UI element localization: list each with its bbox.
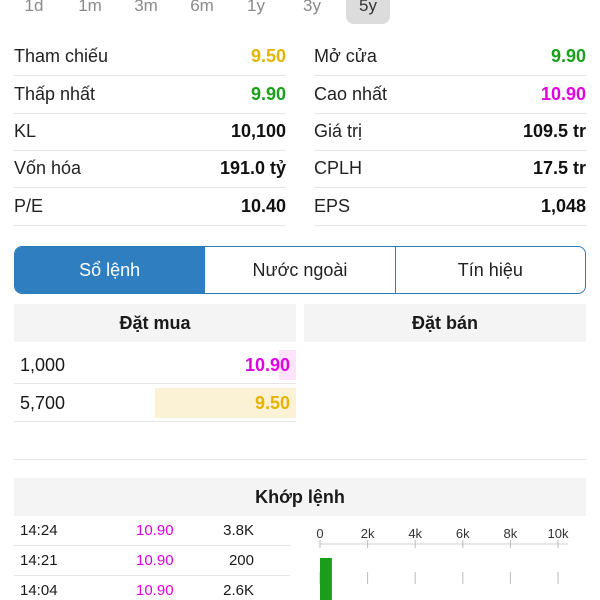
- tab-nuoc-ngoai[interactable]: Nước ngoài: [204, 247, 394, 293]
- stat-value: 9.90: [550, 46, 586, 66]
- volume-by-price-chart: 0 2k 4k 6k 8k 10k: [316, 526, 569, 600]
- stat-cplh: CPLH 17.5 tr: [314, 150, 586, 188]
- stat-cao-nhat: Cao nhất 10.90: [314, 76, 586, 114]
- chart-tick-label: 6k: [456, 526, 470, 541]
- stat-label: Cao nhất: [314, 84, 388, 104]
- matched-price: 10.90: [136, 552, 174, 569]
- stat-value: 1,048: [540, 196, 586, 216]
- stat-label: Mở cửa: [314, 46, 377, 66]
- matched-time: 14:24: [20, 522, 58, 539]
- chart-tick-label: 10k: [548, 526, 569, 541]
- buy-volume: 5,700: [20, 393, 66, 413]
- range-3m[interactable]: 3m: [128, 0, 164, 24]
- matched-row: 14:21 10.90 200: [14, 546, 290, 576]
- stat-gia-tri: Giá trị 109.5 tr: [314, 113, 586, 151]
- stat-value: 10.40: [240, 196, 286, 216]
- matched-header: Khớp lệnh: [14, 478, 586, 516]
- matched-price: 10.90: [136, 582, 174, 599]
- stat-von-hoa: Vốn hóa 191.0 tỷ: [14, 150, 286, 188]
- stat-value: 17.5 tr: [532, 158, 586, 178]
- matched-time: 14:21: [20, 552, 58, 569]
- stat-label: Tham chiếu: [14, 46, 109, 66]
- stat-label: P/E: [14, 196, 44, 216]
- stat-value: 10.90: [540, 84, 586, 104]
- matched-price: 10.90: [136, 522, 174, 539]
- tab-bar: Sổ lệnh Nước ngoài Tín hiệu: [14, 246, 586, 294]
- matched-volume: 2.6K: [223, 582, 254, 599]
- range-1y[interactable]: 1y: [240, 0, 272, 24]
- sell-header: Đặt bán: [304, 304, 586, 342]
- tab-tin-hieu[interactable]: Tín hiệu: [394, 247, 585, 293]
- matched-volume: 200: [228, 552, 254, 569]
- buy-row: 1,000 10.90: [14, 346, 296, 384]
- stat-value: 9.90: [250, 84, 286, 104]
- stat-label: KL: [14, 121, 37, 141]
- matched-row: 14:24 10.90 3.8K: [14, 516, 290, 546]
- divider: [14, 459, 586, 460]
- chart-tick-label: 0: [316, 526, 323, 541]
- stat-value: 109.5 tr: [522, 121, 586, 141]
- stat-value: 9.50: [250, 46, 286, 66]
- stat-label: Thấp nhất: [14, 84, 96, 104]
- tab-so-lenh[interactable]: Sổ lệnh: [15, 247, 205, 293]
- stat-eps: EPS 1,048: [314, 188, 586, 226]
- stat-label: CPLH: [314, 158, 363, 178]
- stat-label: EPS: [314, 196, 351, 216]
- chart-bar: [320, 558, 332, 600]
- buy-volume: 1,000: [20, 355, 66, 375]
- stat-tham-chieu: Tham chiếu 9.50: [14, 38, 286, 76]
- stat-pe: P/E 10.40: [14, 188, 286, 226]
- buy-header: Đặt mua: [14, 304, 296, 342]
- range-selector: 1d 1m 3m 6m 1y 3y 5y: [0, 0, 600, 26]
- chart-tick-label: 8k: [504, 526, 518, 541]
- matched-row: 14:04 10.90 2.6K: [14, 576, 290, 600]
- buy-row: 5,700 9.50: [14, 384, 296, 422]
- chart-tick-label: 2k: [361, 526, 375, 541]
- stat-value: 10,100: [230, 121, 286, 141]
- stat-kl: KL 10,100: [14, 113, 286, 151]
- range-1d[interactable]: 1d: [18, 0, 50, 24]
- chart-tick-label: 4k: [408, 526, 422, 541]
- stat-label: Giá trị: [314, 121, 363, 141]
- buy-price: 9.50: [254, 393, 290, 413]
- stat-value: 191.0 tỷ: [219, 158, 286, 178]
- range-1m[interactable]: 1m: [72, 0, 108, 24]
- range-6m[interactable]: 6m: [184, 0, 220, 24]
- stat-label: Vốn hóa: [14, 158, 82, 178]
- stat-thap-nhat: Thấp nhất 9.90: [14, 76, 286, 114]
- range-3y[interactable]: 3y: [294, 0, 330, 24]
- matched-time: 14:04: [20, 582, 58, 599]
- range-5y[interactable]: 5y: [346, 0, 390, 24]
- buy-price: 10.90: [244, 355, 290, 375]
- stat-mo-cua: Mở cửa 9.90: [314, 38, 586, 76]
- matched-volume: 3.8K: [223, 522, 254, 539]
- expand-icon[interactable]: [556, 0, 578, 2]
